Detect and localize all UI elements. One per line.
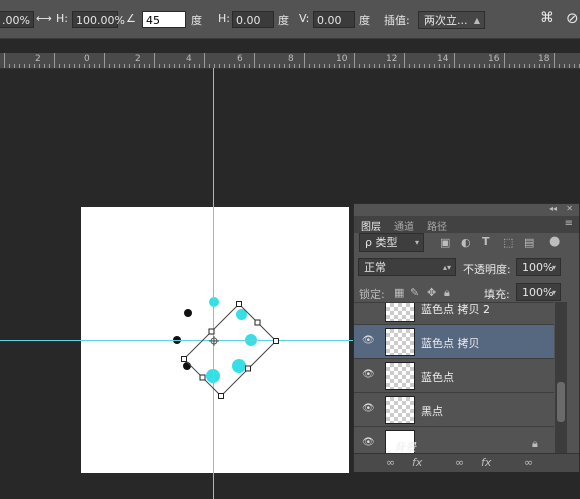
transform-handle bbox=[181, 356, 187, 362]
layer-thumbnail bbox=[385, 328, 415, 356]
dropdown-arrow-icon: ▾ bbox=[551, 288, 556, 297]
transform-handle bbox=[273, 338, 279, 344]
link-icon[interactable]: ∞ bbox=[524, 456, 533, 469]
layer-thumbnail bbox=[385, 362, 415, 390]
layers-bottom-bar: ∞ fx ∞ fx ∞ bbox=[354, 453, 579, 472]
panel-menu-icon[interactable]: ≡ bbox=[565, 218, 573, 229]
layer-row[interactable]: 👁︎ 蓝色点 拷贝 bbox=[354, 325, 554, 359]
transform-handle bbox=[218, 393, 224, 399]
lock-label: 锁定: bbox=[359, 288, 385, 301]
layer-row[interactable]: 👁︎ 黑点 bbox=[354, 393, 554, 427]
transform-handle bbox=[245, 365, 251, 372]
fx-icon[interactable]: fx bbox=[412, 456, 422, 469]
layers-panel: ◂◂ ✕ 图层 通道 路径 ≡ ρ 类型 ▾ ▣ ◐ T ⬚ ▤ ● 正常 ▴▾… bbox=[353, 203, 580, 472]
layer-name: 黑点 bbox=[421, 405, 443, 418]
filter-toggle-icon[interactable]: ● bbox=[549, 234, 560, 249]
blend-mode-value: 正常 bbox=[364, 261, 386, 274]
transform-handle bbox=[254, 319, 261, 326]
collapse-panel-icon[interactable]: ◂◂ bbox=[549, 204, 557, 213]
dropdown-arrow-icon: ▾ bbox=[414, 238, 419, 247]
blend-mode-dropdown[interactable]: 正常 ▴▾ bbox=[358, 258, 456, 276]
fill-field[interactable]: 100% ▾ bbox=[516, 283, 561, 301]
opacity-field[interactable]: 100% ▾ bbox=[516, 258, 561, 276]
lock-position-icon[interactable]: ✥ bbox=[427, 286, 436, 299]
fill-value: 100% bbox=[522, 286, 554, 299]
layer-name: 蓝色点 bbox=[421, 371, 454, 384]
pixel-filter-icon[interactable]: ▣ bbox=[440, 236, 450, 249]
filter-kind-dropdown[interactable]: ρ 类型 ▾ bbox=[359, 233, 424, 252]
opacity-label: 不透明度: bbox=[463, 263, 511, 276]
fx-icon[interactable]: fx bbox=[481, 456, 491, 469]
tab-channels[interactable]: 通道 bbox=[394, 218, 414, 233]
layer-row[interactable]: 👁︎ 背景 🔒︎ bbox=[354, 427, 554, 454]
adjustment-filter-icon[interactable]: ◐ bbox=[461, 236, 471, 249]
transform-handle bbox=[236, 301, 242, 307]
transform-handle bbox=[208, 328, 215, 335]
reference-point-icon bbox=[209, 336, 219, 346]
panel-tabs: 图层 通道 路径 ≡ bbox=[354, 216, 579, 233]
opacity-value: 100% bbox=[522, 261, 554, 274]
tab-layers[interactable]: 图层 bbox=[361, 218, 381, 233]
transform-handle bbox=[199, 374, 206, 381]
link-icon[interactable]: ∞ bbox=[455, 456, 464, 469]
filter-kind-value: ρ 类型 bbox=[365, 236, 398, 249]
visibility-icon[interactable] bbox=[362, 303, 374, 310]
layer-name: 背景 bbox=[394, 441, 416, 454]
layer-row[interactable]: 👁︎ 蓝色点 bbox=[354, 359, 554, 393]
dropdown-arrow-icon: ▴▾ bbox=[442, 263, 451, 272]
layer-thumbnail bbox=[385, 396, 415, 424]
layer-row[interactable]: 蓝色点 拷贝 2 bbox=[354, 303, 554, 325]
dropdown-arrow-icon: ▾ bbox=[551, 263, 556, 272]
visibility-icon[interactable]: 👁︎ bbox=[362, 403, 375, 414]
shape-filter-icon[interactable]: ⬚ bbox=[503, 236, 513, 249]
visibility-icon[interactable]: 👁︎ bbox=[362, 335, 375, 346]
smart-object-filter-icon[interactable]: ▤ bbox=[524, 236, 534, 249]
tab-paths[interactable]: 路径 bbox=[427, 218, 447, 233]
scrollbar-thumb[interactable] bbox=[557, 382, 565, 422]
visibility-icon[interactable]: 👁︎ bbox=[362, 369, 375, 380]
layer-name: 蓝色点 拷贝 2 bbox=[421, 303, 490, 316]
lock-icon: 🔒︎ bbox=[532, 437, 538, 450]
lock-image-icon[interactable]: ✎ bbox=[410, 286, 419, 299]
lock-all-icon[interactable]: 🔒︎ bbox=[444, 286, 450, 300]
layers-list: 蓝色点 拷贝 2 👁︎ 蓝色点 拷贝 👁︎ 蓝色点 👁︎ 黑点 👁︎ 背景 🔒︎ bbox=[354, 302, 554, 454]
lock-transparent-icon[interactable]: ▦ bbox=[394, 286, 404, 299]
layers-scrollbar[interactable] bbox=[555, 302, 567, 453]
link-icon[interactable]: ∞ bbox=[386, 456, 395, 469]
layer-thumbnail bbox=[385, 303, 415, 322]
type-filter-icon[interactable]: T bbox=[482, 235, 490, 248]
visibility-icon[interactable]: 👁︎ bbox=[362, 437, 375, 448]
fill-label: 填充: bbox=[484, 288, 510, 301]
layer-name: 蓝色点 拷贝 bbox=[421, 337, 480, 350]
close-panel-icon[interactable]: ✕ bbox=[566, 204, 573, 213]
